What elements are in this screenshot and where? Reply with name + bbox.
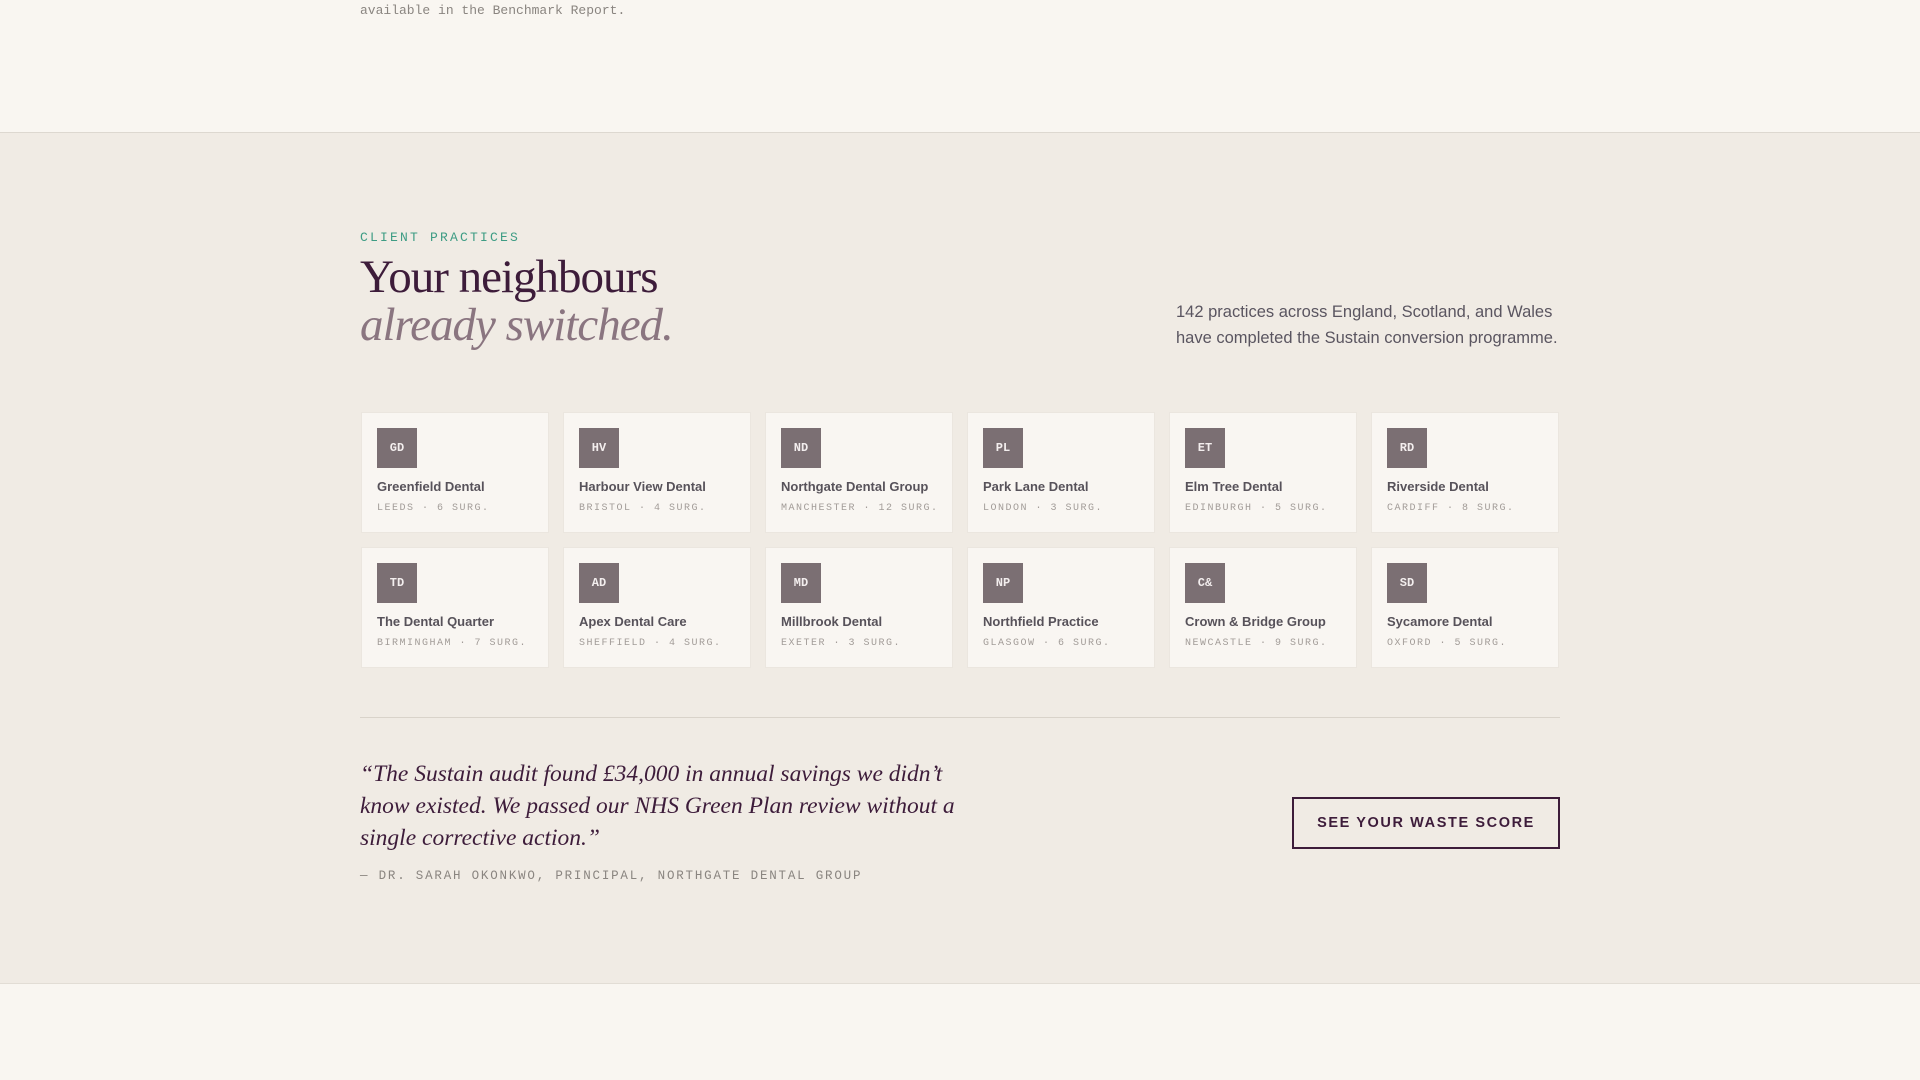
practice-initials-badge: RD <box>1387 428 1427 468</box>
practice-card[interactable]: GD Greenfield Dental LEEDS · 6 SURG. <box>361 412 549 533</box>
client-practices-section: CLIENT PRACTICES Your neighbours already… <box>0 133 1920 984</box>
practice-meta: MANCHESTER · 12 SURG. <box>781 503 939 514</box>
practice-name: Elm Tree Dental <box>1185 479 1283 494</box>
section-divider <box>360 717 1560 718</box>
practice-meta: CARDIFF · 8 SURG. <box>1387 503 1515 514</box>
practice-name: Apex Dental Care <box>579 614 687 629</box>
testimonial-quote: “The Sustain audit found £34,000 in annu… <box>360 761 955 851</box>
practice-name: Greenfield Dental <box>377 479 485 494</box>
practice-name: Sycamore Dental <box>1387 614 1493 629</box>
practice-meta: BIRMINGHAM · 7 SURG. <box>377 638 528 649</box>
practice-initials-badge: PL <box>983 428 1023 468</box>
headline-line-2: already switched. <box>360 299 674 351</box>
practice-meta: BRISTOL · 4 SURG. <box>579 503 707 514</box>
practice-card[interactable]: SD Sycamore Dental OXFORD · 5 SURG. <box>1371 547 1559 668</box>
benchmark-note: available in the Benchmark Report. <box>360 3 626 18</box>
practice-name: Crown & Bridge Group <box>1185 614 1326 629</box>
practice-name: Northfield Practice <box>983 614 1099 629</box>
section-headline: Your neighbours already switched. <box>360 251 674 351</box>
practice-name: The Dental Quarter <box>377 614 495 629</box>
next-section <box>0 984 1920 1080</box>
headline-line-1: Your neighbours <box>360 251 658 303</box>
practice-name: Harbour View Dental <box>579 479 706 494</box>
practices-grid: GD Greenfield Dental LEEDS · 6 SURG. HV … <box>361 412 1560 668</box>
practice-initials-badge: MD <box>781 563 821 603</box>
practice-name: Park Lane Dental <box>983 479 1089 494</box>
practice-name: Northgate Dental Group <box>781 479 929 494</box>
see-waste-score-button[interactable]: SEE YOUR WASTE SCORE <box>1292 797 1560 849</box>
practice-name: Millbrook Dental <box>781 614 883 629</box>
section-eyebrow: CLIENT PRACTICES <box>360 230 521 245</box>
practice-card[interactable]: NP Northfield Practice GLASGOW · 6 SURG. <box>967 547 1155 668</box>
testimonial-attribution: — DR. SARAH OKONKWO, PRINCIPAL, NORTHGAT… <box>360 869 863 883</box>
practice-initials-badge: C& <box>1185 563 1225 603</box>
practice-meta: LONDON · 3 SURG. <box>983 503 1104 514</box>
practice-card[interactable]: HV Harbour View Dental BRISTOL · 4 SURG. <box>563 412 751 533</box>
practice-initials-badge: AD <box>579 563 619 603</box>
practice-meta: OXFORD · 5 SURG. <box>1387 638 1508 649</box>
practice-initials-badge: HV <box>579 428 619 468</box>
practice-initials-badge: SD <box>1387 563 1427 603</box>
practice-initials-badge: ND <box>781 428 821 468</box>
previous-section: available in the Benchmark Report. <box>0 0 1920 133</box>
practice-card[interactable]: PL Park Lane Dental LONDON · 3 SURG. <box>967 412 1155 533</box>
practice-card[interactable]: RD Riverside Dental CARDIFF · 8 SURG. <box>1371 412 1559 533</box>
practice-initials-badge: ET <box>1185 428 1225 468</box>
practice-initials-badge: GD <box>377 428 417 468</box>
practice-card[interactable]: AD Apex Dental Care SHEFFIELD · 4 SURG. <box>563 547 751 668</box>
practice-meta: GLASGOW · 6 SURG. <box>983 638 1111 649</box>
practice-name: Riverside Dental <box>1387 479 1489 494</box>
practice-card[interactable]: ND Northgate Dental Group MANCHESTER · 1… <box>765 412 953 533</box>
practice-card[interactable]: MD Millbrook Dental EXETER · 3 SURG. <box>765 547 953 668</box>
practice-meta: SHEFFIELD · 4 SURG. <box>579 638 722 649</box>
practice-initials-badge: NP <box>983 563 1023 603</box>
practice-card[interactable]: TD The Dental Quarter BIRMINGHAM · 7 SUR… <box>361 547 549 668</box>
practice-meta: EXETER · 3 SURG. <box>781 638 902 649</box>
practice-meta: NEWCASTLE · 9 SURG. <box>1185 638 1328 649</box>
practice-meta: EDINBURGH · 5 SURG. <box>1185 503 1328 514</box>
section-intro: 142 practices across England, Scotland, … <box>1176 303 1558 347</box>
practice-meta: LEEDS · 6 SURG. <box>377 503 490 514</box>
practice-initials-badge: TD <box>377 563 417 603</box>
practice-card[interactable]: C& Crown & Bridge Group NEWCASTLE · 9 SU… <box>1169 547 1357 668</box>
practice-card[interactable]: ET Elm Tree Dental EDINBURGH · 5 SURG. <box>1169 412 1357 533</box>
